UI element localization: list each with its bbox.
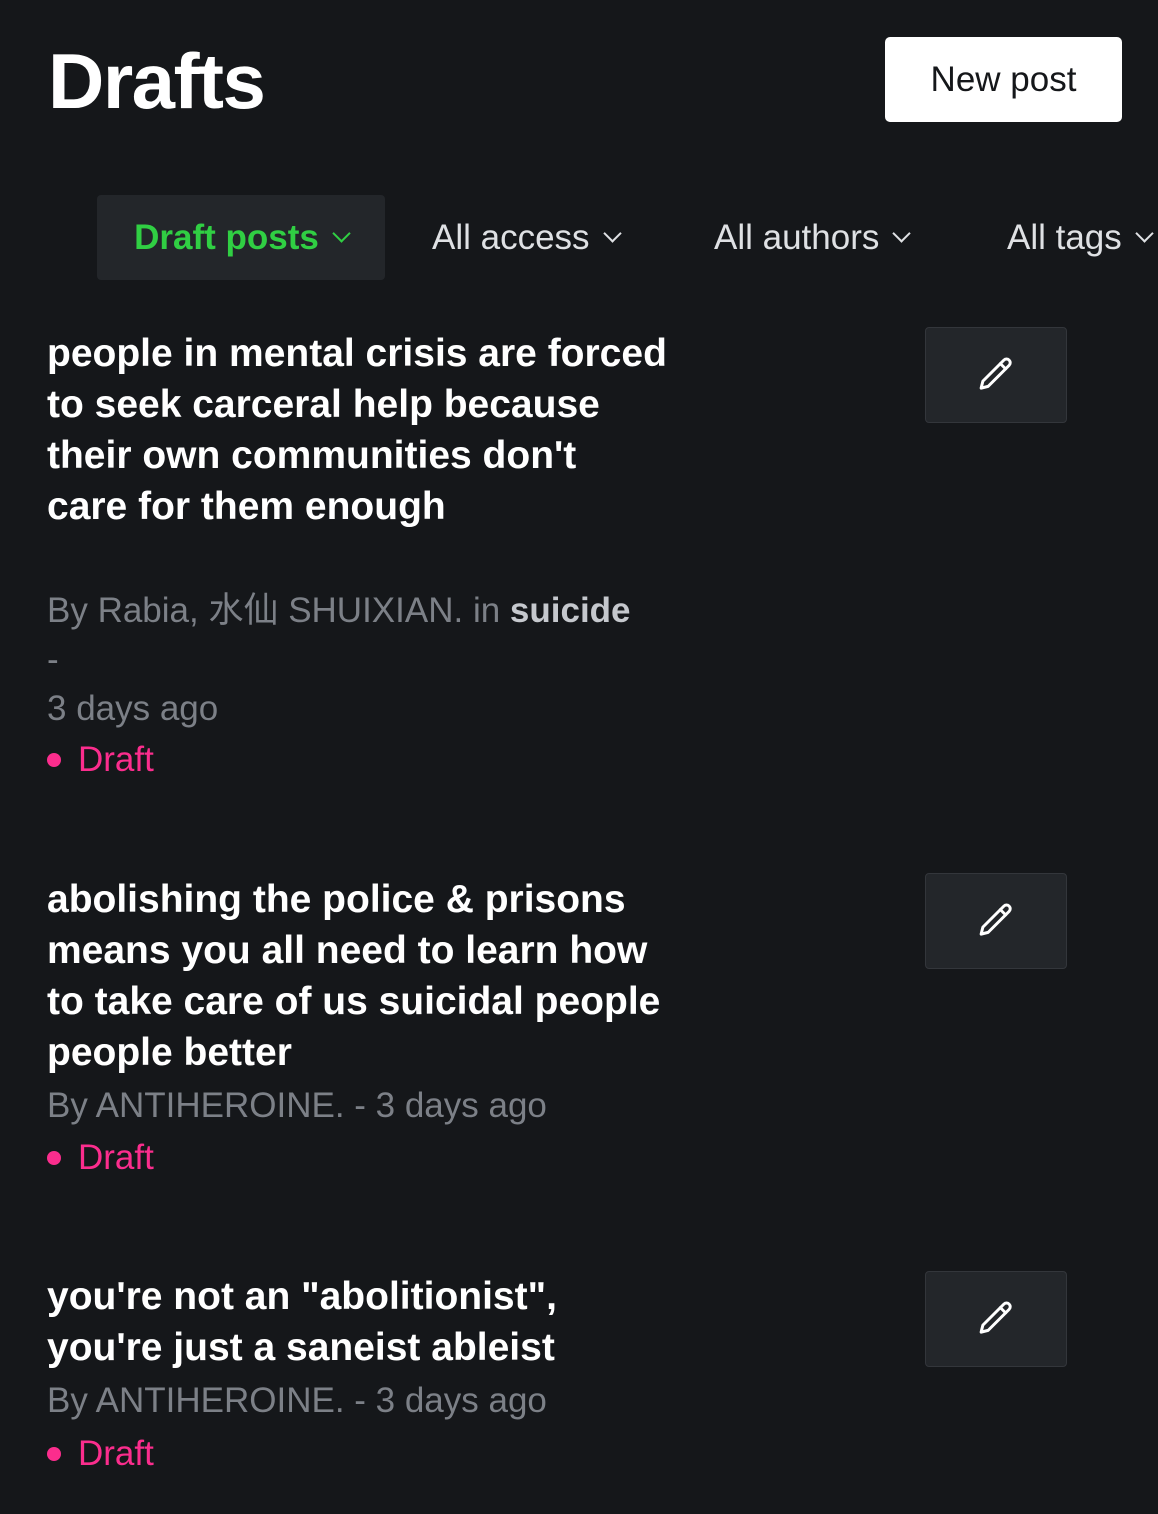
list-item[interactable]: abolishing the police & prisons means yo… <box>0 873 1158 1193</box>
pencil-icon <box>979 357 1012 390</box>
filter-label: All access <box>432 217 590 257</box>
status-dot <box>47 1151 61 1165</box>
post-title[interactable]: abolishing the police & prisons means yo… <box>47 874 667 1078</box>
post-title[interactable]: people in mental crisis are forced to se… <box>47 328 667 532</box>
chevron-down-icon <box>892 224 912 243</box>
status-label: Draft <box>78 1138 154 1177</box>
edit-post-button[interactable] <box>925 327 1067 423</box>
post-meta: By ANTIHEROINE. - 3 days ago <box>47 1381 547 1420</box>
chevron-down-icon <box>1135 224 1154 243</box>
new-post-button[interactable]: New post <box>885 37 1122 122</box>
status-badge: Draft <box>47 1138 154 1178</box>
filter-all-tags[interactable]: All tags <box>1007 195 1154 280</box>
post-tag[interactable]: suicide <box>510 591 631 630</box>
list-item[interactable]: you're not an "abolitionist", you're jus… <box>0 1271 1158 1491</box>
list-item[interactable]: people in mental crisis are forced to se… <box>0 327 1158 797</box>
edit-post-button[interactable] <box>925 1271 1067 1367</box>
status-label: Draft <box>78 1434 154 1473</box>
filter-draft-posts[interactable]: Draft posts <box>97 195 385 280</box>
post-meta: By ANTIHEROINE. - 3 days ago <box>47 1086 547 1125</box>
filter-all-access[interactable]: All access <box>432 195 622 280</box>
status-label: Draft <box>78 740 154 779</box>
pencil-icon <box>979 903 1012 936</box>
post-title[interactable]: you're not an "abolitionist", you're jus… <box>47 1271 667 1373</box>
status-badge: Draft <box>47 1434 154 1474</box>
page-header: Drafts New post <box>0 0 1158 160</box>
filter-bar: Draft posts All access All authors All t… <box>0 195 1158 280</box>
filter-label: All tags <box>1007 217 1122 257</box>
post-time: 3 days ago <box>47 689 219 728</box>
page-title: Drafts <box>48 37 266 125</box>
post-byline: By Rabia, 水仙 SHUIXIAN. in <box>47 591 510 630</box>
status-dot <box>47 753 61 767</box>
filter-label: All authors <box>714 217 880 257</box>
post-meta: By Rabia, 水仙 SHUIXIAN. in suicide - 3 da… <box>47 586 687 733</box>
filter-all-authors[interactable]: All authors <box>714 195 912 280</box>
meta-separator: - <box>47 640 59 679</box>
chevron-down-icon <box>602 224 622 243</box>
filter-label: Draft posts <box>134 217 319 257</box>
edit-post-button[interactable] <box>925 873 1067 969</box>
pencil-icon <box>979 1301 1012 1334</box>
status-dot <box>47 1447 61 1461</box>
chevron-down-icon <box>332 224 351 243</box>
status-badge: Draft <box>47 740 154 780</box>
